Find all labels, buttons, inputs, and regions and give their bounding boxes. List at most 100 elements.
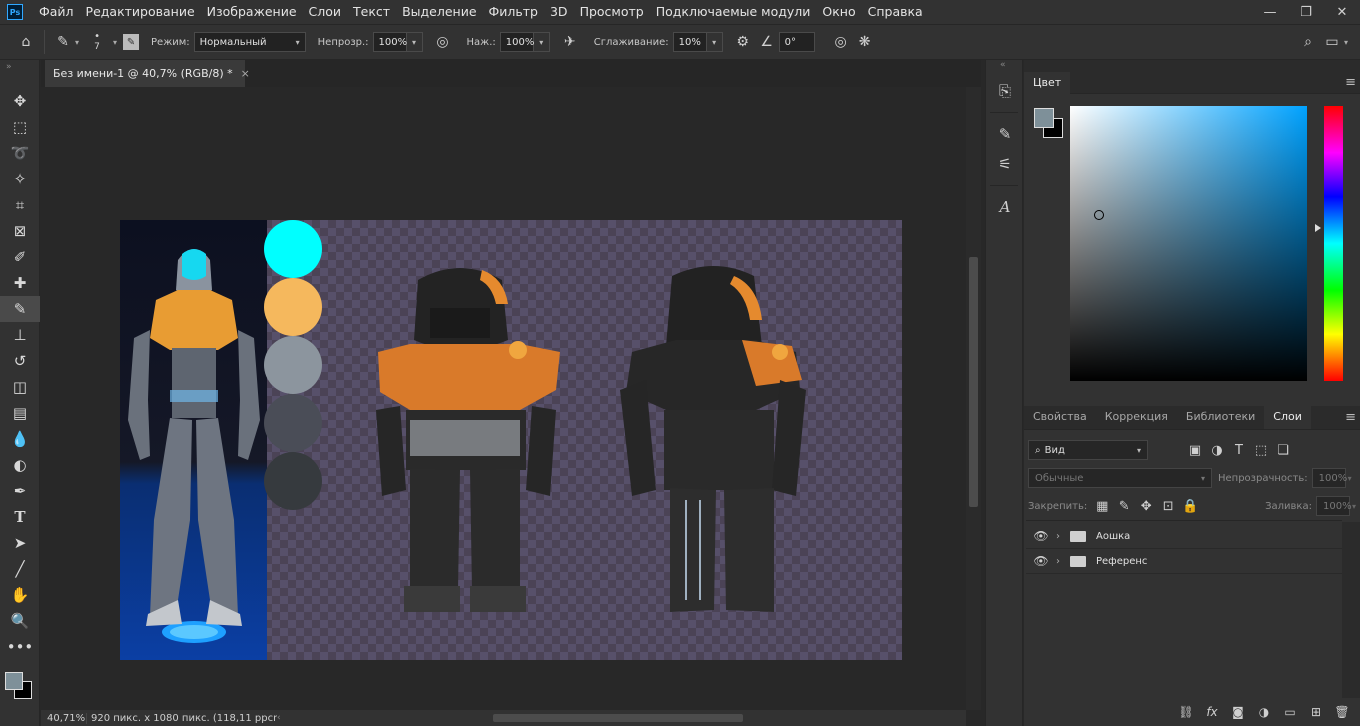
zoom-tool-icon[interactable]: 🔍 (0, 608, 40, 634)
color-panel-menu-icon[interactable]: ≡ (1345, 75, 1356, 90)
tab-layers[interactable]: Слои (1264, 405, 1311, 429)
filter-pixel-icon[interactable]: ▣ (1184, 440, 1206, 460)
menu-plugins[interactable]: Подключаемые модули (650, 0, 817, 24)
horizontal-scroll-thumb[interactable] (493, 714, 743, 722)
marquee-tool-icon[interactable]: ⬚ (0, 114, 40, 140)
adjustments-panel-icon[interactable]: ⚟ (986, 149, 1024, 179)
move-tool-icon[interactable]: ✥ (0, 88, 40, 114)
new-group-icon[interactable]: ▭ (1280, 702, 1300, 722)
brush-preset-icon[interactable]: ✎ (51, 30, 75, 54)
character-panel-icon[interactable]: A (986, 192, 1024, 222)
add-mask-icon[interactable]: ◙ (1228, 702, 1248, 722)
layer-style-icon[interactable]: fx (1202, 702, 1222, 722)
blend-mode-select[interactable]: Обычные ▾ (1028, 468, 1212, 488)
lasso-tool-icon[interactable]: ➰ (0, 140, 40, 166)
hue-slider[interactable] (1324, 106, 1343, 381)
tab-libraries[interactable]: Библиотеки (1177, 405, 1264, 429)
adjustment-layer-icon[interactable]: ◑ (1254, 702, 1274, 722)
menu-window[interactable]: Окно (816, 0, 861, 24)
menu-select[interactable]: Выделение (396, 0, 482, 24)
path-select-tool-icon[interactable]: ➤ (0, 530, 40, 556)
menu-help[interactable]: Справка (862, 0, 929, 24)
lock-position-icon[interactable]: ✥ (1135, 496, 1157, 516)
visibility-eye-icon[interactable]: 👁 (1026, 554, 1056, 568)
flow-input[interactable]: 100% (499, 32, 534, 52)
menu-3d[interactable]: 3D (544, 0, 574, 24)
lock-transparency-icon[interactable]: ▦ (1091, 496, 1113, 516)
workspace-icon[interactable]: ▭ (1320, 30, 1344, 54)
zoom-level[interactable]: 40,71% (41, 712, 87, 724)
mode-select[interactable]: Нормальный ▾ (193, 32, 306, 52)
symmetry-icon[interactable]: ❋ (853, 30, 877, 54)
document-info[interactable]: 920 пикс. x 1080 пикс. (118,11 ppcm) (87, 713, 277, 724)
vertical-scroll-thumb[interactable] (969, 257, 978, 507)
crop-tool-icon[interactable]: ⌗ (0, 192, 40, 218)
menu-file[interactable]: Файл (33, 0, 80, 24)
lock-pixels-icon[interactable]: ✎ (1113, 496, 1135, 516)
layer-opacity-input[interactable]: 100% (1311, 468, 1347, 488)
pressure-opacity-icon[interactable]: ◎ (431, 30, 455, 54)
close-tab-icon[interactable]: × (241, 67, 250, 80)
smoothing-input[interactable]: 10% (672, 32, 707, 52)
history-brush-tool-icon[interactable]: ↺ (0, 348, 40, 374)
home-icon[interactable]: ⌂ (14, 30, 38, 54)
angle-input[interactable]: 0° (778, 32, 815, 52)
new-layer-icon[interactable]: ⊞ (1306, 702, 1326, 722)
gradient-tool-icon[interactable]: ▤ (0, 400, 40, 426)
flow-dropdown[interactable]: ▾ (533, 32, 550, 52)
more-tools-icon[interactable]: ••• (0, 634, 40, 660)
dodge-tool-icon[interactable]: ◐ (0, 452, 40, 478)
eraser-tool-icon[interactable]: ◫ (0, 374, 40, 400)
blur-tool-icon[interactable]: 💧 (0, 426, 40, 452)
stamp-tool-icon[interactable]: ⊥ (0, 322, 40, 348)
layer-row-group-1[interactable]: 👁 › Аошка (1026, 524, 1342, 549)
delete-layer-icon[interactable]: 🗑 (1332, 702, 1352, 722)
menu-type[interactable]: Текст (347, 0, 396, 24)
menu-view[interactable]: Просмотр (574, 0, 650, 24)
layers-scrollbar[interactable] (1342, 522, 1360, 698)
restore-button[interactable]: ❐ (1288, 0, 1324, 24)
brush-panel-icon[interactable]: ✎ (986, 119, 1024, 149)
lock-all-icon[interactable]: 🔒 (1179, 496, 1201, 516)
opacity-dropdown[interactable]: ▾ (406, 32, 423, 52)
brush-size-picker[interactable]: • 7 (87, 32, 107, 53)
menu-filter[interactable]: Фильтр (483, 0, 544, 24)
color-panel-foreground[interactable] (1034, 108, 1054, 128)
chevron-right-icon[interactable]: › (1056, 556, 1068, 567)
search-icon[interactable]: ⌕ (1296, 30, 1320, 54)
healing-tool-icon[interactable]: ✚ (0, 270, 40, 296)
color-panel-title[interactable]: Цвет (1024, 71, 1071, 94)
canvas-area[interactable] (41, 87, 966, 710)
pressure-size-icon[interactable]: ◎ (829, 30, 853, 54)
smoothing-dropdown[interactable]: ▾ (706, 32, 723, 52)
document-tab[interactable]: Без имени-1 @ 40,7% (RGB/8) * × (45, 60, 250, 87)
gear-icon[interactable]: ⚙ (731, 30, 755, 54)
minimize-button[interactable]: — (1252, 0, 1288, 24)
artboard[interactable] (120, 220, 902, 660)
hue-marker[interactable] (1315, 224, 1321, 232)
filter-shape-icon[interactable]: ⬚ (1250, 440, 1272, 460)
link-layers-icon[interactable]: ⛓ (1176, 702, 1196, 722)
history-panel-icon[interactable]: ⎘ (986, 76, 1024, 106)
color-picker-field[interactable] (1070, 106, 1307, 381)
color-picker-cursor[interactable] (1094, 210, 1104, 220)
chevron-right-icon[interactable]: › (1056, 531, 1068, 542)
layer-filter-select[interactable]: ⌕ Вид ▾ (1028, 440, 1148, 460)
layer-row-group-2[interactable]: 👁 › Референс (1026, 549, 1342, 574)
tab-properties[interactable]: Свойства (1024, 405, 1096, 429)
brush-tool-icon[interactable]: ✎ (0, 296, 40, 322)
foreground-color-swatch[interactable] (5, 672, 23, 690)
filter-smart-object-icon[interactable]: ❏ (1272, 440, 1294, 460)
fill-input[interactable]: 100% (1315, 496, 1352, 516)
hand-tool-icon[interactable]: ✋ (0, 582, 40, 608)
opacity-input[interactable]: 100% (372, 32, 407, 52)
lock-artboard-icon[interactable]: ⊡ (1157, 496, 1179, 516)
brush-settings-icon[interactable]: ✎ (123, 34, 140, 50)
menu-layers[interactable]: Слои (303, 0, 348, 24)
eyedropper-tool-icon[interactable]: ✐ (0, 244, 40, 270)
line-tool-icon[interactable]: ╱ (0, 556, 40, 582)
filter-adjustment-icon[interactable]: ◑ (1206, 440, 1228, 460)
tab-adjustments[interactable]: Коррекция (1096, 405, 1177, 429)
visibility-eye-icon[interactable]: 👁 (1026, 529, 1056, 543)
frame-tool-icon[interactable]: ⊠ (0, 218, 40, 244)
